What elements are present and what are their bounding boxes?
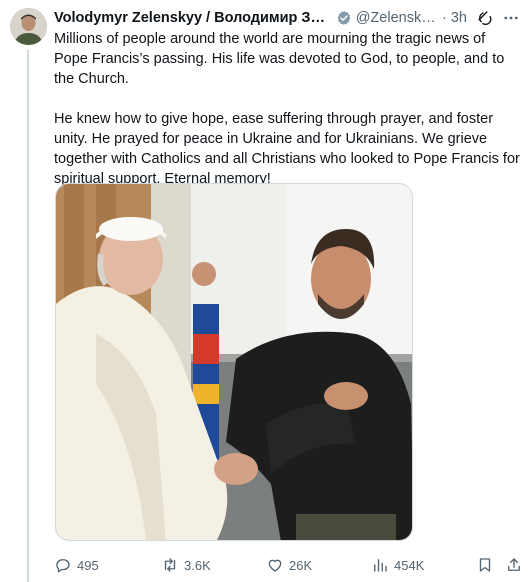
tweet-paragraph-1: Millions of people around the world are … xyxy=(54,31,505,87)
share-button[interactable] xyxy=(505,554,523,576)
tweet-photo[interactable] xyxy=(55,183,413,541)
heart-icon xyxy=(268,559,282,572)
author-name[interactable]: Volodymyr Zelenskyy / Володимир Зеленськ… xyxy=(54,10,332,26)
views-button[interactable]: 454K xyxy=(371,554,424,576)
thread-line xyxy=(27,50,29,582)
timestamp[interactable]: 3h xyxy=(451,10,467,26)
verified-badge-icon xyxy=(336,10,352,26)
photo-illustration xyxy=(56,184,412,540)
reply-button[interactable]: 495 xyxy=(54,554,99,576)
avatar[interactable] xyxy=(10,8,47,45)
views-icon xyxy=(374,559,387,572)
views-count: 454K xyxy=(394,557,425,573)
tweet[interactable]: Volodymyr Zelenskyy / Володимир Зеленськ… xyxy=(0,0,529,582)
like-count: 26K xyxy=(289,557,313,573)
reply-count: 495 xyxy=(77,557,99,573)
tweet-header: Volodymyr Zelenskyy / Володимир Зеленськ… xyxy=(54,8,520,28)
reply-icon xyxy=(56,559,70,573)
action-bar: 495 3.6K 26K 454K xyxy=(54,554,520,576)
avatar-column xyxy=(10,8,47,45)
separator-dot: · xyxy=(442,10,447,26)
share-icon xyxy=(508,558,520,571)
tweet-content: Volodymyr Zelenskyy / Володимир Зеленськ… xyxy=(54,8,520,573)
bookmark-icon xyxy=(479,558,491,572)
repost-icon xyxy=(164,558,176,572)
tweet-paragraph-2: He knew how to give hope, ease suffering… xyxy=(54,111,520,187)
author-handle[interactable]: @ZelenskyyUa xyxy=(356,10,438,26)
more-icon[interactable] xyxy=(502,9,520,27)
grok-icon[interactable] xyxy=(476,9,494,27)
bookmark-button[interactable] xyxy=(476,554,494,576)
like-button[interactable]: 26K xyxy=(266,554,312,576)
tweet-text: Millions of people around the world are … xyxy=(54,29,520,189)
repost-button[interactable]: 3.6K xyxy=(161,554,211,576)
repost-count: 3.6K xyxy=(184,557,211,573)
avatar-image xyxy=(10,8,47,45)
